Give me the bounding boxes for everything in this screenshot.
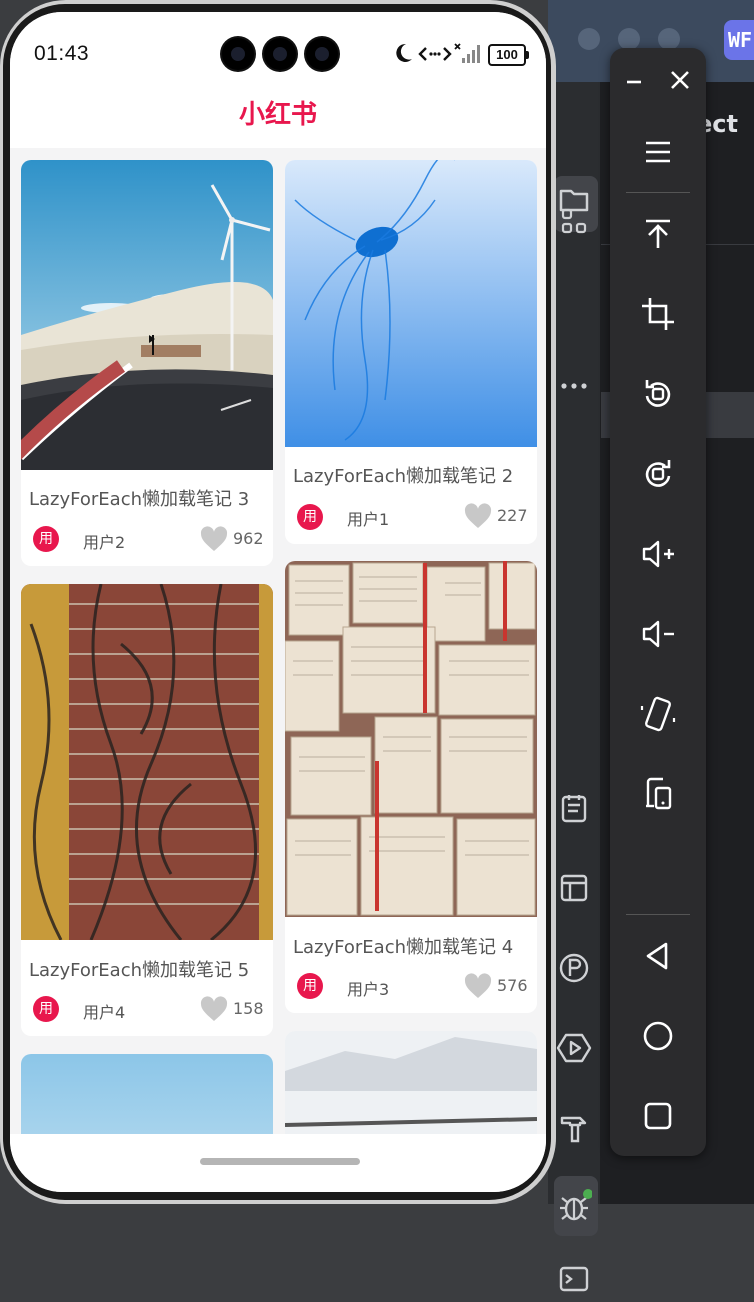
home-indicator[interactable]: [200, 1158, 360, 1165]
rotate-left-icon[interactable]: [634, 370, 682, 418]
menu-icon[interactable]: [634, 128, 682, 176]
app-title: 小红书: [238, 100, 317, 130]
username[interactable]: 用户1: [347, 506, 389, 530]
heart-icon[interactable]: [463, 972, 493, 1000]
avatar[interactable]: 用: [33, 996, 59, 1022]
heart-icon[interactable]: [463, 502, 493, 530]
like-count: 576: [497, 976, 528, 995]
sky-photo-partial: [21, 1054, 273, 1134]
road-windmill-photo: [21, 160, 273, 470]
phone-frame: 01:43 100 小红书 LazyForEach懒加载笔记 3 用 用户2 9…: [0, 0, 556, 1204]
debug-bug-icon[interactable]: [556, 1188, 593, 1224]
note-title: LazyForEach懒加载笔记 3: [29, 489, 250, 510]
window-control-dot[interactable]: [658, 28, 680, 50]
note-card[interactable]: LazyForEach懒加载笔记 5 用 用户4 158: [21, 584, 273, 1036]
status-icons: 100: [392, 42, 542, 68]
minimize-icon[interactable]: [610, 56, 658, 104]
app-header: 小红书: [10, 86, 546, 148]
camera-icon: [264, 38, 296, 70]
status-bar: 01:43 100: [10, 12, 546, 86]
run-icon[interactable]: [556, 1030, 592, 1066]
heart-icon[interactable]: [199, 995, 229, 1023]
snow-landscape-photo-partial: [285, 1031, 537, 1134]
pin-top-icon[interactable]: [634, 210, 682, 258]
project-badge[interactable]: WF: [724, 20, 754, 60]
camera-icon: [306, 38, 338, 70]
gesture-bar: [10, 1134, 546, 1192]
username[interactable]: 用户3: [347, 976, 389, 1000]
signal-icon: [454, 43, 480, 63]
fold-icon[interactable]: [634, 690, 682, 738]
camera-icon: [222, 38, 254, 70]
close-icon[interactable]: [656, 56, 704, 104]
open-books-photo: [285, 561, 537, 917]
note-title: LazyForEach懒加载笔记 4: [293, 937, 514, 958]
volume-down-icon[interactable]: [634, 610, 682, 658]
avatar[interactable]: 用: [297, 973, 323, 999]
username[interactable]: 用户4: [83, 999, 125, 1023]
jellyfish-photo: [285, 160, 537, 447]
note-card[interactable]: LazyForEach懒加载笔记 2 用 用户1 227: [285, 160, 537, 544]
todo-icon[interactable]: [556, 790, 592, 826]
battery-icon: 100: [488, 44, 529, 66]
structure-icon[interactable]: [556, 204, 592, 240]
window-control-dot[interactable]: [618, 28, 640, 50]
screenshot-crop-icon[interactable]: [634, 290, 682, 338]
note-card[interactable]: LazyForEach懒加载笔记 3 用 用户2 962: [21, 160, 273, 566]
note-title: LazyForEach懒加载笔记 2: [293, 466, 514, 487]
note-card[interactable]: LazyForEach懒加载笔记 4 用 用户3 576: [285, 561, 537, 1013]
divider: [626, 192, 690, 193]
like-count: 227: [497, 506, 528, 525]
heart-icon[interactable]: [199, 525, 229, 553]
waterfall-feed[interactable]: LazyForEach懒加载笔记 3 用 用户2 962 LazyForEach…: [10, 148, 546, 1134]
like-count: 962: [233, 529, 264, 548]
rotate-right-icon[interactable]: [634, 450, 682, 498]
note-card[interactable]: [21, 1054, 273, 1134]
username[interactable]: 用户2: [83, 529, 125, 553]
data-transfer-icon: [418, 47, 452, 61]
emulator-toolbar: [610, 48, 706, 1156]
build-hammer-icon[interactable]: [556, 1110, 592, 1146]
layout-icon[interactable]: [556, 870, 592, 906]
divider: [626, 914, 690, 915]
like-count: 158: [233, 999, 264, 1018]
status-clock: 01:43: [34, 42, 90, 65]
home-icon[interactable]: [634, 1012, 682, 1060]
profiler-icon[interactable]: [556, 950, 592, 986]
terminal-icon[interactable]: [556, 1262, 592, 1298]
back-icon[interactable]: [634, 932, 682, 980]
volume-up-icon[interactable]: [634, 530, 682, 578]
moon-icon: [396, 43, 412, 62]
recents-icon[interactable]: [634, 1092, 682, 1140]
note-title: LazyForEach懒加载笔记 5: [29, 960, 250, 981]
brick-wall-vines-photo: [21, 584, 273, 940]
device-switch-icon[interactable]: [634, 770, 682, 818]
avatar[interactable]: 用: [33, 526, 59, 552]
phone-screen: 01:43 100 小红书 LazyForEach懒加载笔记 3 用 用户2 9…: [10, 12, 546, 1192]
more-icon[interactable]: [556, 368, 592, 404]
window-control-dot[interactable]: [578, 28, 600, 50]
avatar[interactable]: 用: [297, 504, 323, 530]
note-card[interactable]: [285, 1031, 537, 1134]
